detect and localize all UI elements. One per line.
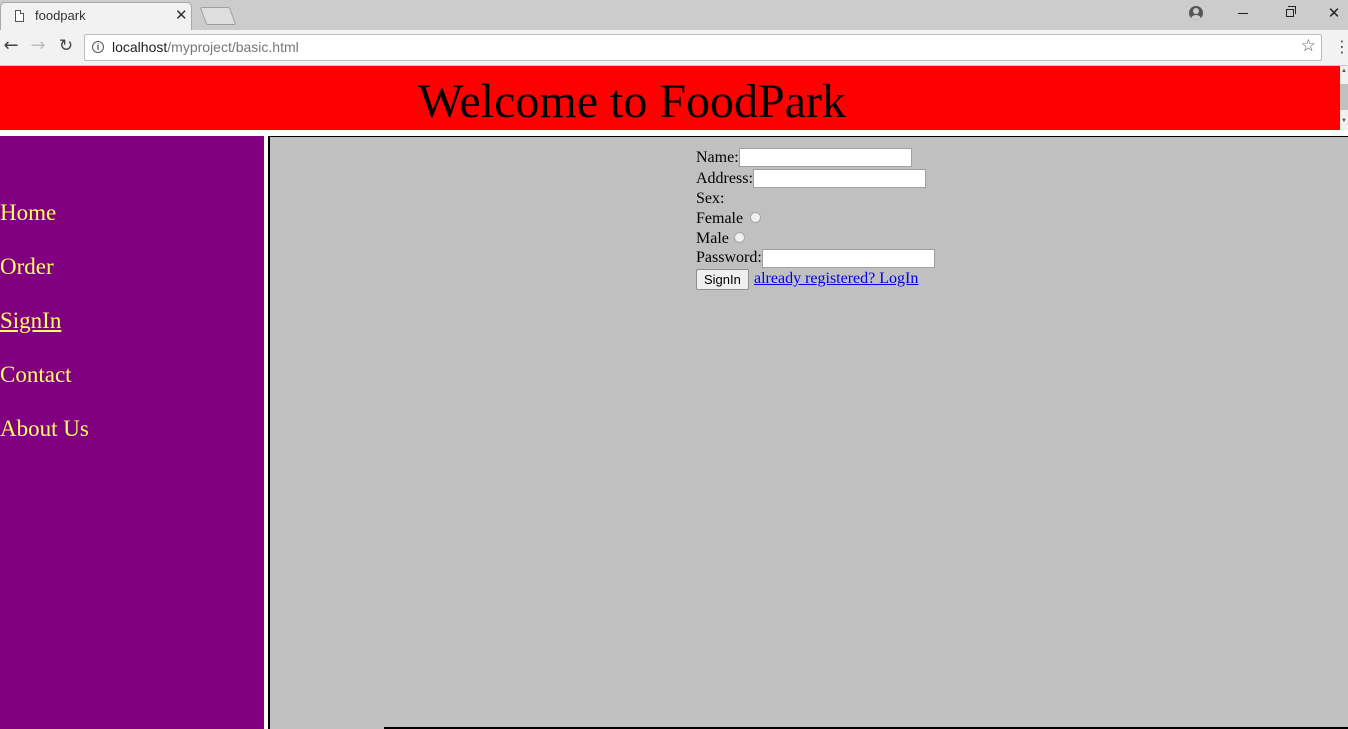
restore-icon[interactable] (1286, 6, 1296, 17)
password-field[interactable] (762, 249, 935, 268)
info-icon[interactable]: i (92, 41, 104, 53)
back-arrow-icon[interactable]: ← (0, 35, 22, 57)
scroll-thumb[interactable] (1340, 84, 1348, 110)
page-title: Welcome to FoodPark (417, 75, 847, 128)
browser-tab[interactable]: foodpark ✕ (0, 2, 192, 30)
address-field[interactable] (753, 169, 926, 188)
scroll-down-icon[interactable]: ▼ (1341, 118, 1347, 124)
address-label: Address: (696, 170, 753, 187)
forward-arrow-icon[interactable]: → (27, 35, 49, 57)
password-label: Password: (696, 249, 762, 266)
scroll-up-icon[interactable]: ▲ (1341, 68, 1347, 74)
new-tab-button[interactable] (199, 7, 237, 25)
male-radio[interactable] (734, 232, 745, 243)
name-label: Name: (696, 149, 739, 166)
sidebar-item-home[interactable]: Home (0, 199, 56, 227)
sidebar-item-about-us[interactable]: About Us (0, 415, 89, 443)
url-path: /myproject/basic.html (167, 39, 299, 55)
frame-scrollbar[interactable]: ▲ ▼ (1340, 66, 1348, 130)
sidebar-item-signin[interactable]: SignIn (0, 307, 61, 335)
sidebar-item-order[interactable]: Order (0, 253, 54, 281)
sidebar: Home Order SignIn Contact About Us (0, 136, 264, 729)
reload-icon[interactable]: ↻ (55, 35, 77, 57)
address-bar[interactable]: i localhost/myproject/basic.html ☆ (84, 34, 1322, 61)
tab-title: foodpark (35, 8, 86, 23)
page-viewport: Welcome to FoodPark ▲ ▼ Home Order SignI… (0, 66, 1348, 729)
browser-tab-strip: foodpark ✕ ✕ (0, 0, 1348, 30)
sex-label: Sex: (696, 190, 725, 207)
female-label: Female (696, 210, 744, 227)
main-content: Name: Address: Sex: Female Male Password… (268, 136, 1348, 729)
bookmark-star-icon[interactable]: ☆ (1301, 36, 1316, 56)
name-field[interactable] (739, 148, 912, 167)
browser-toolbar: ← → ↻ i localhost/myproject/basic.html ☆… (0, 30, 1348, 66)
page-icon (15, 10, 24, 22)
female-radio[interactable] (750, 212, 761, 223)
tab-close-icon[interactable]: ✕ (175, 6, 188, 24)
profile-icon[interactable] (1189, 6, 1203, 20)
sidebar-item-contact[interactable]: Contact (0, 361, 72, 389)
header-banner: Welcome to FoodPark (0, 66, 1340, 130)
browser-menu-icon[interactable]: ⋮ (1334, 37, 1348, 57)
close-window-icon[interactable]: ✕ (1322, 4, 1346, 24)
login-link[interactable]: already registered? LogIn (754, 269, 918, 288)
minimize-icon[interactable] (1238, 13, 1248, 14)
male-label: Male (696, 230, 729, 247)
url-host: localhost (112, 39, 168, 55)
signin-button[interactable]: SignIn (696, 269, 749, 290)
url-text: localhost/myproject/basic.html (112, 39, 299, 55)
